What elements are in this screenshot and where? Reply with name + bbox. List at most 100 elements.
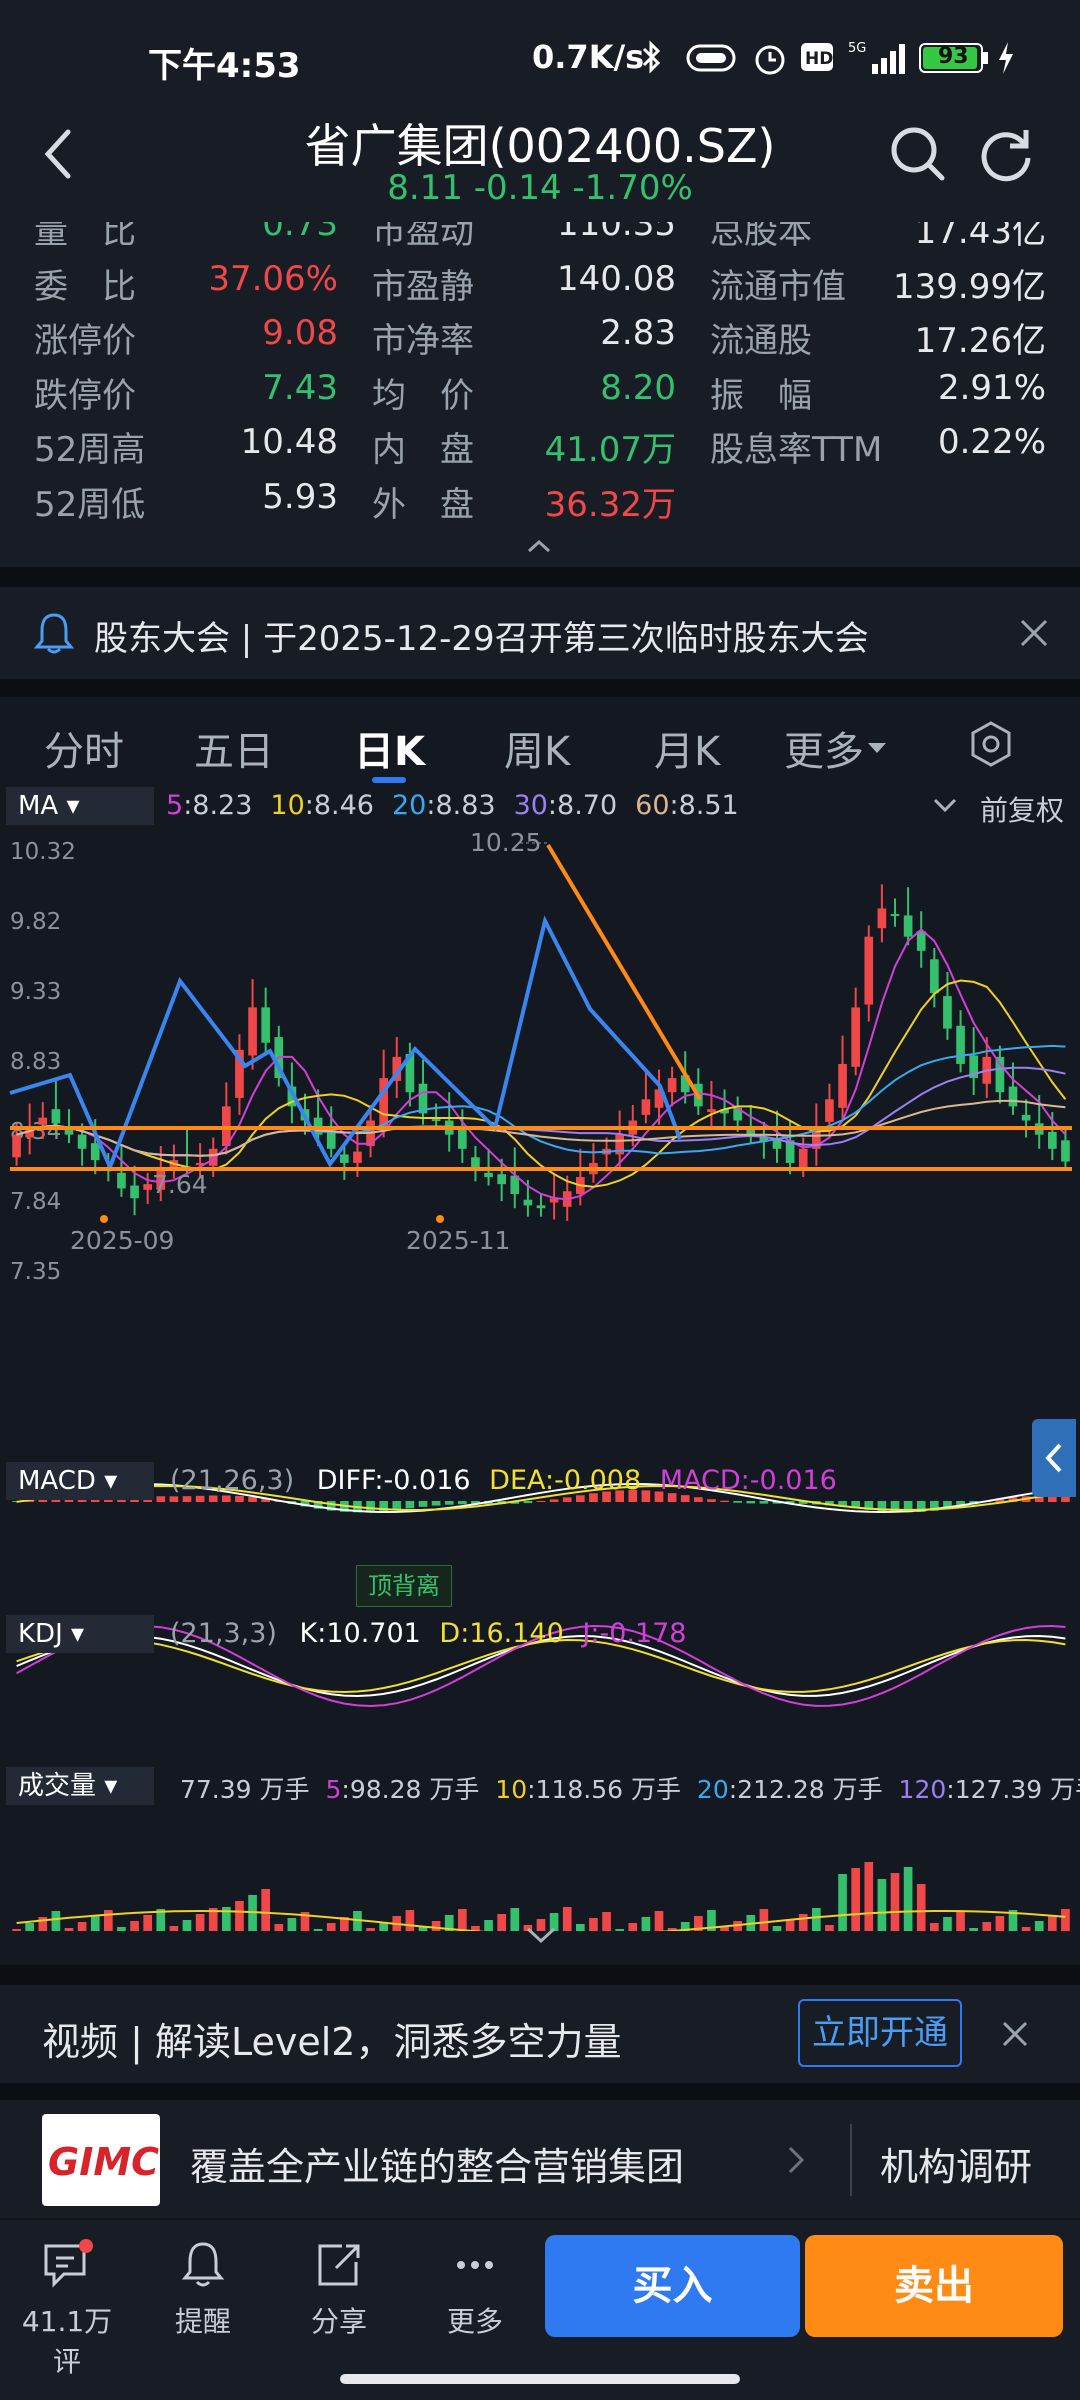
candle-body	[12, 1134, 21, 1158]
company-banner[interactable]: GIMC 覆盖全产业链的整合营销集团 机构调研	[0, 2100, 1080, 2218]
candle-body	[248, 1007, 257, 1056]
volume-bar	[287, 1918, 297, 1931]
comments-tab[interactable]: 41.1万评	[12, 2238, 122, 2380]
vol-ma120-key: 120	[898, 1775, 947, 1804]
candle-body	[956, 1025, 965, 1064]
quote-value: 139.99亿	[893, 266, 1046, 307]
chevron-down-icon[interactable]	[932, 797, 958, 815]
ma-selector[interactable]: MA ▾	[6, 787, 154, 825]
quote-label: 流通股	[710, 321, 812, 361]
candle-body	[497, 1174, 506, 1185]
volume-bar	[510, 1908, 520, 1931]
search-icon[interactable]	[888, 124, 948, 184]
side-panel-toggle[interactable]	[1032, 1419, 1076, 1497]
level2-promo[interactable]: 视频 | 解读Level2，洞悉多空力量 立即开通	[0, 1985, 1080, 2083]
volume-bar	[890, 1873, 900, 1931]
candle-body	[851, 1007, 860, 1067]
home-indicator[interactable]	[340, 2374, 740, 2384]
share-tab[interactable]: 分享	[284, 2238, 394, 2340]
quote-label: 市净率	[372, 321, 474, 361]
quote-value: 37.06%	[208, 258, 338, 299]
refresh-icon[interactable]	[976, 124, 1036, 184]
volume-bar	[628, 1923, 638, 1931]
kdj-selector[interactable]: KDJ ▾	[6, 1615, 154, 1653]
volume-bar	[431, 1921, 441, 1931]
divider	[850, 2124, 852, 2196]
kdj-d: D:16.140	[439, 1618, 564, 1649]
volume-bar	[169, 1926, 179, 1931]
volume-bar	[261, 1889, 270, 1931]
volume-legend: 77.39 万手 5:98.28 万手 10:118.56 万手 20:212.…	[180, 1770, 1080, 1806]
quote-label: 52周高	[34, 430, 146, 470]
event-dot	[436, 1215, 444, 1223]
kdj-j: J:-0.178	[582, 1618, 687, 1649]
candle-body	[1008, 1086, 1018, 1107]
quote-label: 跌停价	[34, 375, 136, 416]
close-icon[interactable]	[1018, 617, 1050, 649]
chevron-right-icon	[788, 2146, 805, 2174]
macd-bar	[746, 1501, 756, 1504]
candle-body	[667, 1078, 677, 1093]
svg-text:5G: 5G	[848, 41, 866, 56]
macd-dea: DEA:-0.008	[489, 1465, 642, 1496]
macd-bar	[720, 1500, 729, 1502]
ma-value: :8.51	[669, 790, 739, 821]
macd-selector[interactable]: MACD ▾	[6, 1462, 154, 1500]
alarm-icon	[755, 45, 785, 75]
candle-body	[536, 1205, 546, 1209]
volume-bar	[654, 1911, 664, 1931]
expand-icon[interactable]	[524, 1925, 558, 1947]
activate-button[interactable]: 立即开通	[798, 1999, 962, 2067]
candle-body	[458, 1129, 467, 1149]
price-axis-label: 9.82	[10, 909, 61, 935]
volume-bar	[497, 1914, 506, 1931]
quote-label: 涨停价	[34, 321, 136, 361]
date-label: 2025-11	[406, 1226, 510, 1255]
quote-value: 110.35	[557, 222, 676, 244]
kline-chart[interactable]: 10.329.829.338.838.347.847.3510.257.6420…	[0, 831, 1080, 1931]
share-icon	[318, 2244, 360, 2286]
more-tab[interactable]: 更多	[420, 2238, 530, 2340]
macd-bar	[431, 1501, 441, 1506]
quote-label: 市盈动	[372, 222, 474, 252]
volume-bar	[313, 1929, 323, 1931]
settings-icon[interactable]	[966, 719, 1016, 769]
tab-5[interactable]: 更多	[784, 719, 864, 777]
buy-button[interactable]: 买入	[545, 2235, 800, 2337]
alert-tab[interactable]: 提醒	[148, 2238, 258, 2340]
macd-bar	[733, 1501, 742, 1503]
research-link[interactable]: 机构调研	[880, 2136, 1032, 2191]
promo-text: 视频 | 解读Level2，洞悉多空力量	[42, 2020, 622, 2064]
volume-bar	[458, 1909, 467, 1931]
tab-4[interactable]: 月K	[654, 719, 720, 777]
candle-body	[877, 908, 887, 929]
collapse-icon[interactable]	[526, 538, 552, 554]
candle-body	[903, 915, 913, 937]
ma-key: 20	[391, 790, 427, 821]
price-axis-label: 9.33	[10, 979, 61, 1005]
chevron-down-icon	[868, 743, 886, 753]
volume-bar	[798, 1914, 808, 1931]
price-axis-label: 8.83	[10, 1049, 61, 1075]
vpn-icon	[686, 44, 736, 72]
candle-body	[117, 1172, 126, 1189]
vol-ma20: :212.28 万手	[728, 1775, 883, 1804]
macd-bar	[562, 1497, 572, 1502]
sell-button[interactable]: 卖出	[805, 2235, 1063, 2337]
close-icon[interactable]	[1000, 2019, 1030, 2049]
kdj-params: (21,3,3)	[170, 1618, 277, 1649]
tab-2[interactable]: 日K	[354, 719, 425, 777]
volume-selector[interactable]: 成交量 ▾	[6, 1767, 154, 1805]
volume-bar	[930, 1923, 939, 1931]
battery-level: 93	[938, 44, 969, 69]
adjust-mode[interactable]: 前复权	[980, 789, 1064, 829]
company-logo: GIMC	[42, 2114, 160, 2206]
tab-1[interactable]: 五日	[194, 719, 274, 777]
tab-3[interactable]: 周K	[504, 719, 570, 777]
price-axis-label: 7.84	[10, 1189, 61, 1215]
vol-ma10-key: 10	[495, 1775, 528, 1804]
volume-bar	[25, 1923, 34, 1931]
more-label: 更多	[446, 2305, 503, 2338]
notice-bar[interactable]: 股东大会 | 于2025-12-29召开第三次临时股东大会	[0, 587, 1080, 679]
tab-0[interactable]: 分时	[44, 719, 124, 777]
